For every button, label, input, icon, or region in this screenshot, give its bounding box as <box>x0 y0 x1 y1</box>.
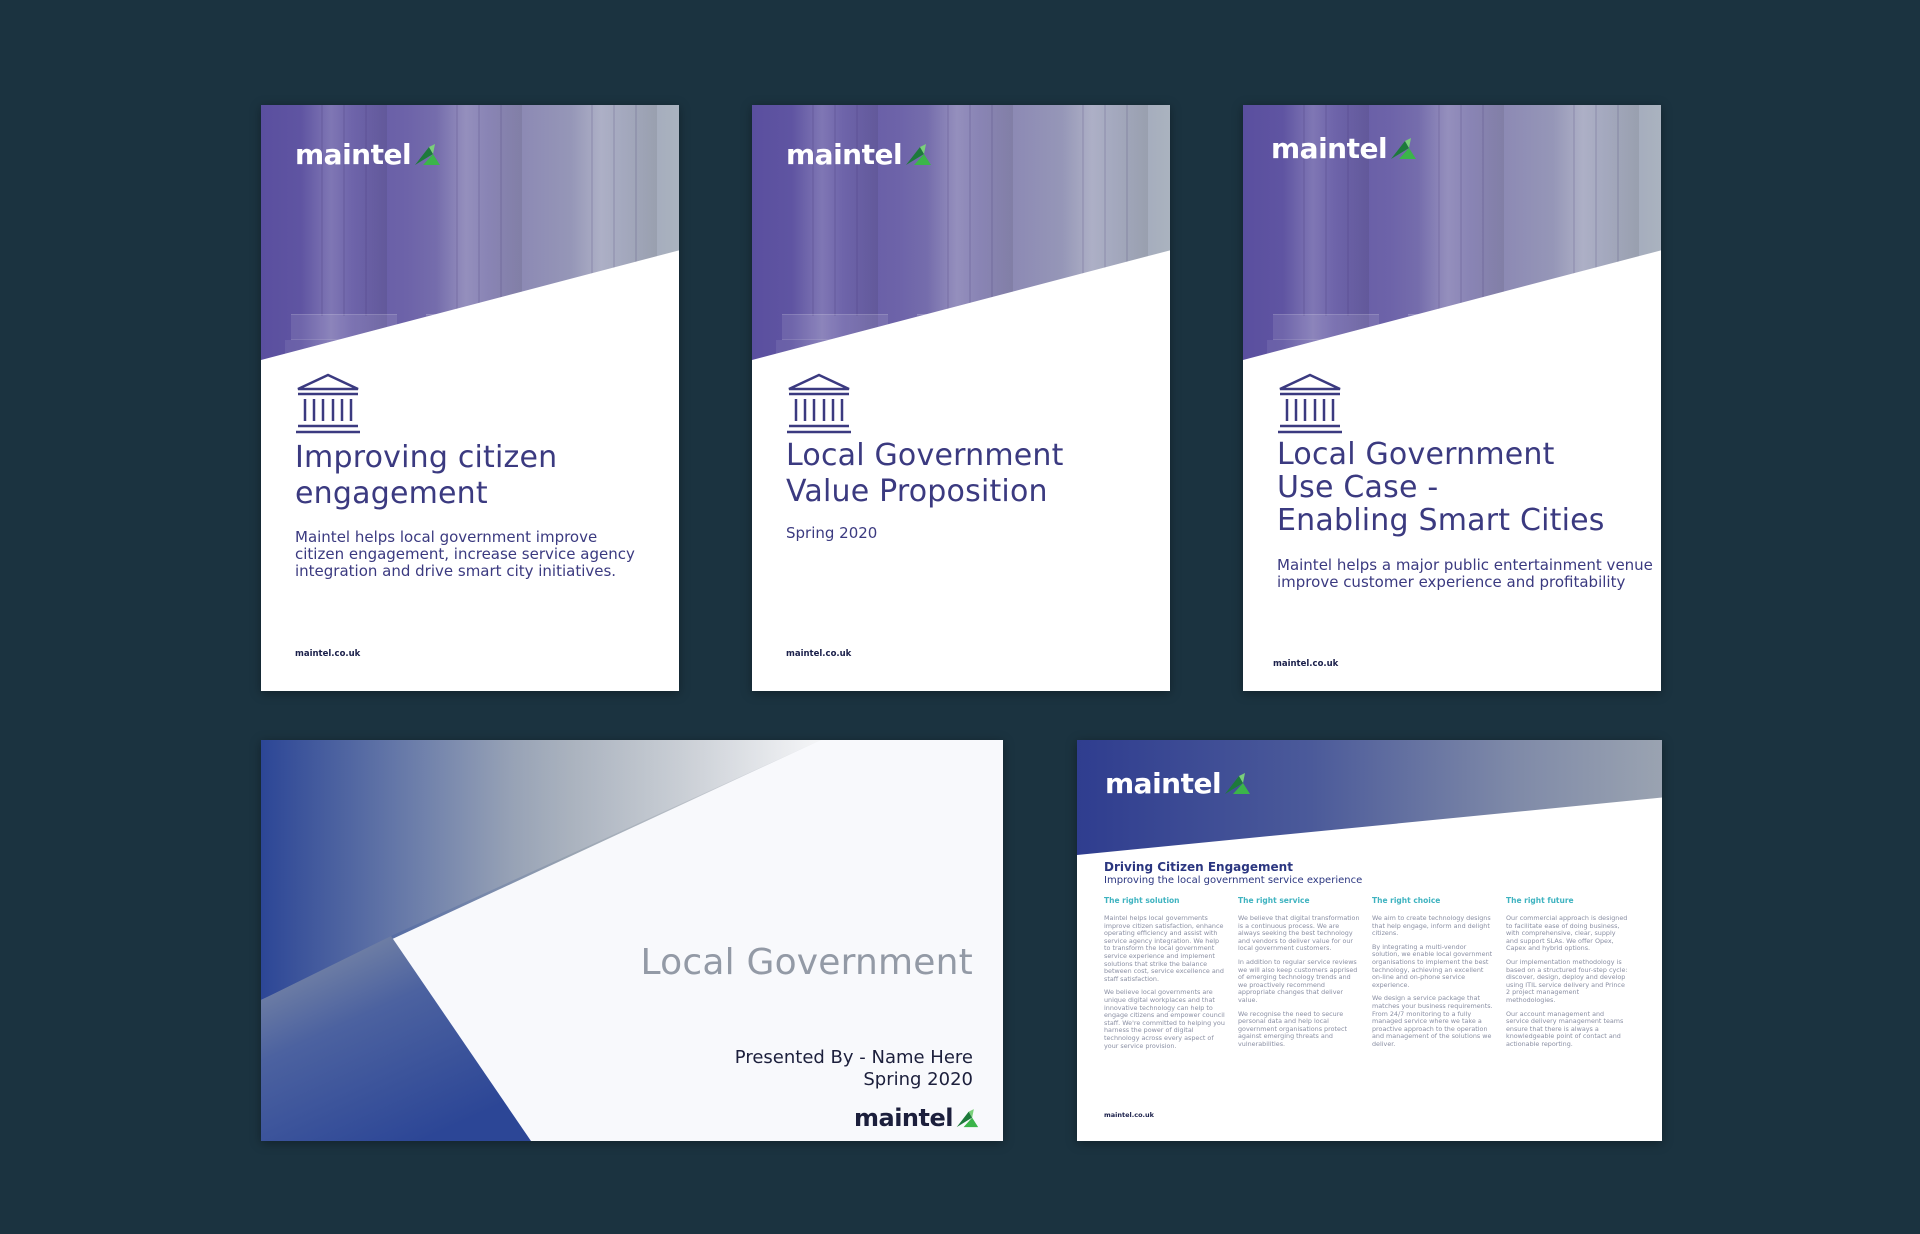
column-paragraph: We design a service package that matches… <box>1372 994 1493 1048</box>
datasheet-column: The right service We believe that digita… <box>1238 896 1360 1055</box>
datasheet-column: The right solution Maintel helps local g… <box>1104 896 1226 1056</box>
column-paragraph: In addition to regular service reviews w… <box>1238 957 1358 1004</box>
website-url: maintel.co.uk <box>1273 659 1339 669</box>
cover-title: Improving citizen engagement <box>295 440 558 511</box>
slide-title: Local Government <box>640 942 973 983</box>
cover-subtitle: Maintel helps local government improve ci… <box>295 528 635 580</box>
maintel-logo-mark-icon <box>1225 773 1251 794</box>
column-paragraph: Our account management and service deliv… <box>1506 1009 1624 1048</box>
maintel-logo-mark-icon <box>906 144 932 165</box>
brochure-cover-improving-citizen-engagement: maintel Improving citizen engagement Main… <box>261 105 679 691</box>
brochure-cover-smart-cities: maintel Local Government Use Case - Enabli… <box>1243 105 1661 691</box>
cover-title: Local Government Use Case - Enabling Smart… <box>1277 437 1605 538</box>
website-url: maintel.co.uk <box>786 649 852 659</box>
maintel-logo: maintel <box>1105 770 1251 798</box>
maintel-logo: maintel <box>854 1106 979 1130</box>
column-paragraph: We recognise the need to secure personal… <box>1238 1009 1347 1048</box>
column-paragraph: Maintel helps local governments improve … <box>1104 914 1224 983</box>
maintel-logo: maintel <box>295 141 441 169</box>
maintel-logo: maintel <box>1271 135 1417 163</box>
maintel-logo-mark-icon <box>415 144 441 165</box>
website-url: maintel.co.uk <box>1104 1111 1154 1119</box>
presentation-title-slide: Local Government Presented By - Name Her… <box>261 740 1003 1141</box>
column-paragraph: We believe local governments are unique … <box>1104 988 1225 1050</box>
datasheet-heading: Driving Citizen Engagement <box>1104 860 1293 874</box>
landscape-datasheet: maintel Driving Citizen Engagement Impro… <box>1077 740 1662 1141</box>
column-heading: The right service <box>1238 896 1310 905</box>
column-heading: The right future <box>1506 896 1574 905</box>
datasheet-column: The right future Our commercial approach… <box>1506 896 1628 1055</box>
column-paragraph: Our implementation methodology is based … <box>1506 957 1628 1004</box>
cover-subtitle: Spring 2020 <box>786 524 878 542</box>
maintel-logo-mark-icon <box>1391 138 1417 159</box>
government-building-icon <box>296 373 360 434</box>
column-paragraph: By integrating a multi-vendor solution, … <box>1372 942 1493 989</box>
column-heading: The right choice <box>1372 896 1441 905</box>
cover-title: Local Government Value Proposition <box>786 438 1064 509</box>
datasheet-subheading: Improving the local government service e… <box>1104 875 1363 886</box>
datasheet-column: The right choice We aim to create techno… <box>1372 896 1494 1055</box>
column-heading: The right solution <box>1104 896 1180 905</box>
government-building-icon <box>787 373 851 434</box>
maintel-logo-mark-icon <box>956 1108 979 1127</box>
slide-presenter-info: Presented By - Name Here Spring 2020 <box>734 1047 973 1090</box>
column-paragraph: We aim to create technology designs that… <box>1372 914 1491 938</box>
column-paragraph: Our commercial approach is designed to f… <box>1506 914 1628 953</box>
brochure-cover-value-proposition: maintel Local Government Value Propositio… <box>752 105 1170 691</box>
website-url: maintel.co.uk <box>295 649 361 659</box>
maintel-logo: maintel <box>786 141 932 169</box>
cover-subtitle: Maintel helps a major public entertainme… <box>1277 556 1653 591</box>
government-building-icon <box>1278 373 1342 434</box>
column-paragraph: We believe that digital transformation i… <box>1238 914 1360 953</box>
